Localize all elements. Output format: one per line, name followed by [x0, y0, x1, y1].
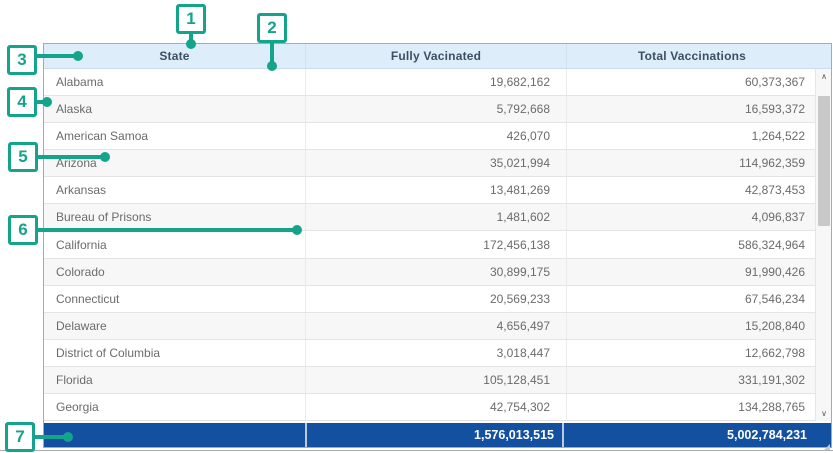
list-table: State Fully Vacinated Total Vaccinations…: [43, 43, 832, 448]
fully-vaccinated-cell: 19,682,162: [305, 69, 566, 95]
callout-number-box: 6: [8, 215, 38, 245]
fully-vaccinated-cell: 42,754,302: [305, 394, 566, 420]
table-row-arizona[interactable]: Arizona 35,021,994 114,962,359: [44, 150, 831, 177]
total-vaccinations-cell: 60,373,367: [566, 69, 831, 95]
callout-number-box: 1: [176, 4, 206, 34]
total-vaccinations-cell: 134,288,765: [566, 394, 831, 420]
fully-vaccinated-cell: 3,018,447: [305, 340, 566, 366]
state-cell: Alabama: [44, 69, 305, 95]
fully-vaccinated-cell: 4,656,497: [305, 313, 566, 339]
fully-vaccinated-cell: 13,481,269: [305, 177, 566, 203]
table-row-georgia[interactable]: Georgia 42,754,302 134,288,765: [44, 394, 831, 421]
total-vaccinations-cell: 15,208,840: [566, 313, 831, 339]
totals-total-vaccinations-cell: 5,002,784,231: [562, 423, 829, 447]
callout-number-box: 5: [8, 142, 38, 172]
table-row-american-samoa[interactable]: American Samoa 426,070 1,264,522: [44, 123, 831, 150]
state-cell: Connecticut: [44, 286, 305, 312]
fully-vaccinated-cell: 1,481,602: [305, 204, 566, 230]
state-cell: Colorado: [44, 259, 305, 285]
table-header-row: State Fully Vacinated Total Vaccinations: [44, 44, 831, 69]
state-cell: District of Columbia: [44, 340, 305, 366]
totals-row: 1,576,013,515 5,002,784,231: [44, 423, 831, 447]
totals-state-cell: [44, 423, 305, 447]
table-row-california[interactable]: California 172,456,138 586,324,964: [44, 231, 831, 258]
callout-dot: [73, 51, 83, 61]
scroll-down-icon[interactable]: ∨: [816, 406, 831, 421]
fully-vaccinated-cell: 5,792,668: [305, 96, 566, 122]
state-cell: Bureau of Prisons: [44, 204, 305, 230]
total-vaccinations-cell: 91,990,426: [566, 259, 831, 285]
state-cell: Arkansas: [44, 177, 305, 203]
total-vaccinations-cell: 16,593,372: [566, 96, 831, 122]
table-row-colorado[interactable]: Colorado 30,899,175 91,990,426: [44, 259, 831, 286]
callout-dot: [267, 61, 277, 71]
table-row-district-of-columbia[interactable]: District of Columbia 3,018,447 12,662,79…: [44, 340, 831, 367]
total-vaccinations-cell: 586,324,964: [566, 231, 831, 257]
screenshot-canvas: State Fully Vacinated Total Vaccinations…: [0, 0, 833, 453]
fully-vaccinated-cell: 35,021,994: [305, 150, 566, 176]
fully-vaccinated-cell: 172,456,138: [305, 231, 566, 257]
vertical-scrollbar[interactable]: ∧ ∨: [815, 69, 831, 421]
state-cell: Alaska: [44, 96, 305, 122]
total-vaccinations-cell: 42,873,453: [566, 177, 831, 203]
state-cell: Delaware: [44, 313, 305, 339]
fully-vaccinated-cell: 105,128,451: [305, 367, 566, 393]
fully-vaccinated-cell: 426,070: [305, 123, 566, 149]
callout-connector-line: [35, 155, 105, 159]
fully-vaccinated-cell: 30,899,175: [305, 259, 566, 285]
callout-connector-line: [35, 228, 297, 232]
callout-dot: [63, 432, 73, 442]
scrollbar-thumb[interactable]: [818, 96, 830, 226]
callout-connector-line: [34, 54, 78, 58]
table-row-florida[interactable]: Florida 105,128,451 331,191,302: [44, 367, 831, 394]
total-vaccinations-cell: 67,546,234: [566, 286, 831, 312]
callout-number-box: 7: [5, 422, 35, 452]
callout-number-box: 4: [7, 87, 37, 117]
totals-fully-vaccinated-cell: 1,576,013,515: [305, 423, 562, 447]
table-row-delaware[interactable]: Delaware 4,656,497 15,208,840: [44, 313, 831, 340]
total-vaccinations-cell: 1,264,522: [566, 123, 831, 149]
state-cell: Georgia: [44, 394, 305, 420]
table-row-alabama[interactable]: Alabama 19,682,162 60,373,367: [44, 69, 831, 96]
total-vaccinations-cell: 4,096,837: [566, 204, 831, 230]
total-vaccinations-cell: 114,962,359: [566, 150, 831, 176]
table-row-alaska[interactable]: Alaska 5,792,668 16,593,372: [44, 96, 831, 123]
fully-vaccinated-cell: 20,569,233: [305, 286, 566, 312]
total-vaccinations-cell: 12,662,798: [566, 340, 831, 366]
callout-number-box: 2: [257, 13, 287, 43]
page-bottom-border: [0, 450, 833, 451]
state-cell: California: [44, 231, 305, 257]
table-row-arkansas[interactable]: Arkansas 13,481,269 42,873,453: [44, 177, 831, 204]
resize-grip-icon: [824, 444, 830, 450]
column-header-fully-vaccinated[interactable]: Fully Vacinated: [305, 44, 566, 68]
table-body: Alabama 19,682,162 60,373,367 Alaska 5,7…: [44, 69, 831, 421]
state-cell: Florida: [44, 367, 305, 393]
total-vaccinations-cell: 331,191,302: [566, 367, 831, 393]
callout-dot: [100, 152, 110, 162]
scroll-up-icon[interactable]: ∧: [816, 69, 831, 84]
column-header-total-vaccinations[interactable]: Total Vaccinations: [566, 44, 831, 68]
callout-dot: [186, 39, 196, 49]
table-row-connecticut[interactable]: Connecticut 20,569,233 67,546,234: [44, 286, 831, 313]
callout-dot: [42, 97, 52, 107]
state-cell: American Samoa: [44, 123, 305, 149]
callout-number-box: 3: [7, 45, 37, 75]
callout-dot: [292, 225, 302, 235]
column-header-state[interactable]: State: [44, 44, 305, 68]
